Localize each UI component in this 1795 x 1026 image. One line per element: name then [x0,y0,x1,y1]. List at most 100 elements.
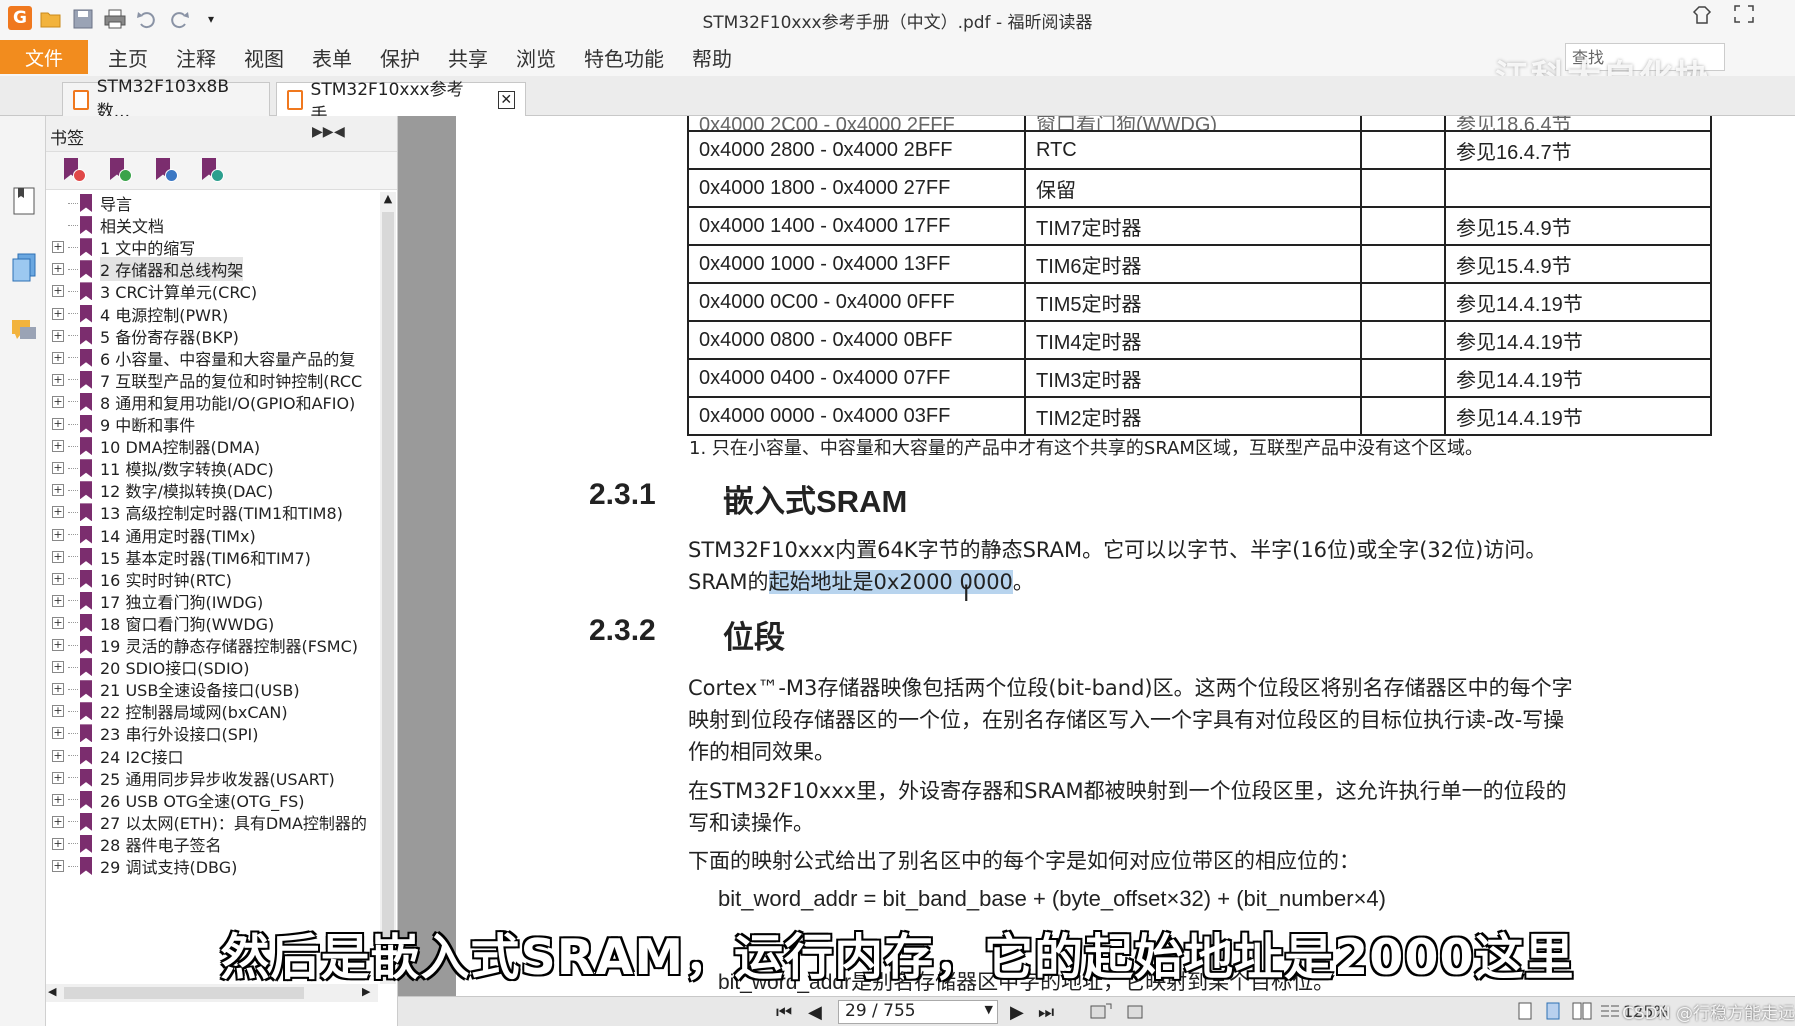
menu-share[interactable]: 共享 [434,43,502,72]
bookmark-item[interactable]: +1 文中的缩写 [46,236,376,258]
bookmark-item[interactable]: +2 存储器和总线构架 [46,257,376,282]
menu-help[interactable]: 帮助 [678,43,746,72]
add-bookmark-icon[interactable] [108,158,132,182]
expand-icon[interactable]: + [52,351,64,364]
pages-thumbnail-icon[interactable] [10,252,38,282]
previous-page-icon[interactable]: ◀ [808,1002,822,1023]
menu-comment[interactable]: 注释 [162,43,230,72]
collapse-panel-icon[interactable]: ▶▶ [312,124,334,140]
expand-icon[interactable]: + [52,616,64,629]
bookmark-item[interactable]: +23 串行外设接口(SPI) [46,722,376,744]
bookmark-item[interactable]: 导言 [46,192,376,214]
facing-view-icon[interactable] [1572,1002,1592,1025]
bookmark-item[interactable]: +27 以太网(ETH)：具有DMA控制器的 [46,811,376,833]
expand-icon[interactable]: + [52,572,64,585]
expand-bookmark-icon[interactable] [200,158,224,182]
bookmark-item[interactable]: +12 数字/模拟转换(DAC) [46,479,376,501]
close-icon[interactable]: ✕ [497,90,515,109]
scroll-up-icon[interactable]: ▲ [380,192,396,205]
menu-features[interactable]: 特色功能 [570,43,678,72]
menu-home[interactable]: 主页 [94,43,162,72]
expand-icon[interactable]: + [52,373,64,386]
expand-icon[interactable]: + [52,683,64,696]
next-view-icon[interactable] [1122,1002,1144,1025]
bookmark-item[interactable]: +19 灵活的静态存储器控制器(FSMC) [46,634,376,656]
bookmark-item[interactable]: +17 独立看门狗(IWDG) [46,590,376,612]
bookmark-item[interactable]: +6 小容量、中容量和大容量产品的复 [46,347,376,369]
bookmark-item[interactable]: +14 通用定时器(TIMx) [46,524,376,546]
menu-browse[interactable]: 浏览 [502,43,570,72]
next-page-icon[interactable]: ▶ [1010,1002,1024,1023]
expand-icon[interactable]: + [52,528,64,541]
bookmark-item[interactable]: 相关文档 [46,214,376,236]
comments-panel-icon[interactable] [10,316,38,346]
delete-bookmark-icon[interactable] [62,158,86,182]
bookmark-item[interactable]: +15 基本定时器(TIM6和TIM7) [46,546,376,568]
hide-panel-icon[interactable]: ◀ [334,124,345,140]
bookmark-item[interactable]: +11 模拟/数字转换(ADC) [46,457,376,479]
last-page-icon[interactable]: ⏭ [1038,1002,1054,1023]
single-page-view-icon[interactable] [1516,1002,1534,1025]
table-row: 0x4000 2800 - 0x4000 2BFF RTC 参见16.4.7节 [687,130,1712,170]
page-number-input[interactable]: 29 / 755 ▼ [838,1000,998,1024]
bookmark-item[interactable]: +16 实时时钟(RTC) [46,568,376,590]
bookmark-item[interactable]: +10 DMA控制器(DMA) [46,435,376,457]
bookmark-item[interactable]: +20 SDIO接口(SDIO) [46,656,376,678]
bookmark-item[interactable]: +26 USB OTG全速(OTG_FS) [46,789,376,811]
bookmark-item[interactable]: +8 通用和复用功能I/O(GPIO和AFIO) [46,391,376,413]
expand-icon[interactable]: + [52,462,64,475]
expand-icon[interactable]: + [52,484,64,497]
expand-icon[interactable]: + [52,661,64,674]
bookmark-item[interactable]: +7 互联型产品的复位和时钟控制(RCC [46,369,376,391]
bookmark-item[interactable]: +29 调试支持(DBG) [46,855,376,877]
continuous-view-icon[interactable] [1544,1002,1562,1025]
bookmark-item[interactable]: +28 器件电子签名 [46,833,376,855]
bookmark-item[interactable]: +22 控制器局域网(bxCAN) [46,700,376,722]
expand-icon[interactable]: + [52,639,64,651]
expand-icon[interactable]: + [52,837,64,850]
bookmark-item[interactable]: +9 中断和事件 [46,413,376,435]
expand-icon[interactable]: + [52,263,64,276]
previous-view-icon[interactable] [1090,1002,1112,1025]
bookmark-item[interactable]: +3 CRC计算单元(CRC) [46,280,376,302]
expand-icon[interactable]: + [52,793,64,806]
scrollbar-thumb[interactable] [382,212,394,952]
bookmark-item[interactable]: +5 备份寄存器(BKP) [46,325,376,347]
expand-icon[interactable]: + [52,749,64,762]
menu-view[interactable]: 视图 [230,43,298,72]
expand-icon[interactable]: + [52,705,64,718]
continuous-facing-icon[interactable] [1600,1002,1620,1025]
menu-protect[interactable]: 保护 [366,43,434,72]
expand-icon[interactable]: + [52,418,64,430]
expand-icon[interactable]: + [52,395,64,408]
bookmark-item[interactable]: +21 USB全速设备接口(USB) [46,678,376,700]
expand-icon[interactable]: + [52,307,64,320]
expand-icon[interactable]: + [52,329,64,342]
tab-stm32f10xxx-manual[interactable]: STM32F10xxx参考手... ✕ [276,80,526,125]
bookmark-item[interactable]: +18 窗口看门狗(WWDG) [46,612,376,634]
table-row: 0x4000 1400 - 0x4000 17FF TIM7定时器 参见15.4.9… [687,206,1712,246]
first-page-icon[interactable]: ⏮ [776,1002,792,1023]
expand-icon[interactable]: + [52,241,64,254]
menu-form[interactable]: 表单 [298,43,366,72]
expand-icon[interactable]: + [52,815,64,828]
tab-stm32f103-datasheet[interactable]: STM32F103x8B数... [62,77,270,122]
expand-icon[interactable]: + [52,771,64,784]
expand-icon[interactable]: + [52,506,64,519]
bookmark-item[interactable]: +24 I2C接口 [46,745,376,767]
expand-icon[interactable]: + [52,727,64,740]
bookmark-vertical-scrollbar[interactable]: ▲ [380,192,396,984]
bookmark-item[interactable]: +4 电源控制(PWR) [46,303,376,325]
expand-icon[interactable]: + [52,550,64,563]
expand-icon[interactable]: + [52,440,64,453]
expand-icon[interactable]: + [52,285,64,298]
expand-icon[interactable]: + [52,594,64,607]
selected-text[interactable]: 起始地址是0x2000 0000 [768,570,1013,594]
expand-icon[interactable]: + [52,860,64,872]
bookmark-item[interactable]: +13 高级控制定时器(TIM1和TIM8) [46,501,376,523]
bookmark-item[interactable]: +25 通用同步异步收发器(USART) [46,767,376,789]
menu-file[interactable]: 文件 [0,40,88,74]
goto-bookmark-icon[interactable] [154,158,178,182]
chevron-down-icon[interactable]: ▼ [985,1003,993,1016]
bookmark-panel-icon[interactable] [10,186,38,216]
